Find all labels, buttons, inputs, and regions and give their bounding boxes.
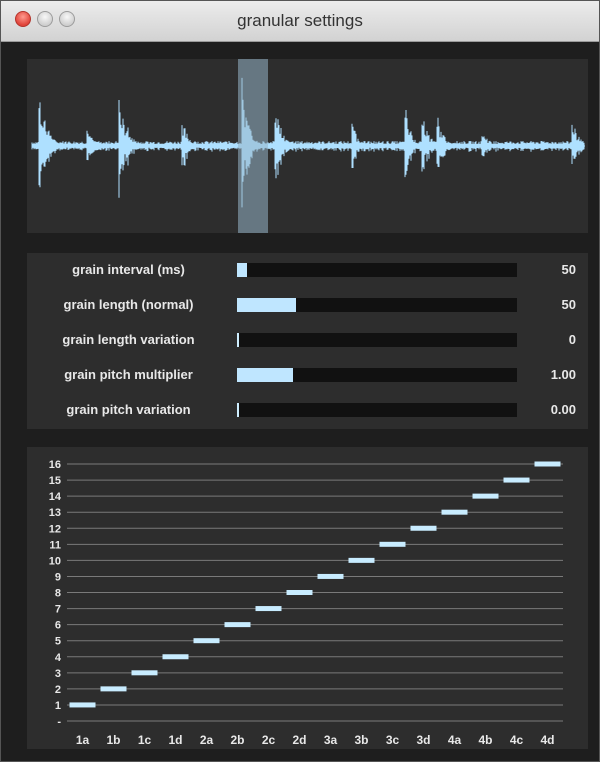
sequencer-grid: -123456789101112131415161a 1b 1c 1d 2a 2b 2c 2d… (49, 459, 563, 747)
y-tick-label: 8 (55, 588, 61, 600)
y-tick-label: 2 (55, 684, 61, 696)
grain-pitch-variation-slider[interactable] (237, 403, 517, 417)
y-tick-label: 10 (49, 555, 61, 567)
slider-row-grain-interval: grain interval (ms) 50 (27, 253, 588, 287)
grain-slider-panel: grain interval (ms) 50 grain length (nor… (27, 253, 588, 429)
slider-fill (237, 403, 239, 417)
y-tick-label: 9 (55, 571, 61, 583)
y-tick-label: 13 (49, 507, 61, 519)
y-tick-label: 6 (55, 620, 61, 632)
x-tick-label: 4a (448, 733, 462, 747)
y-tick-label: 14 (49, 491, 62, 503)
grain-length-variation-slider[interactable] (237, 333, 517, 347)
x-tick-label: 3a (324, 733, 338, 747)
step-value-bar (410, 525, 437, 531)
slider-label: grain pitch multiplier (64, 367, 193, 382)
y-tick-label: 16 (49, 459, 61, 471)
x-tick-label: 3d (416, 733, 430, 747)
step-value-bar (348, 557, 375, 563)
pitch-step-sequencer[interactable]: -1 2 3 4 5 6 7 8 9 10 11 12 13 14 15 16 1a 1b 1c 1d 2a 2b 2c 2d… (27, 447, 588, 749)
step-value-bar (534, 461, 561, 467)
y-tick-label: 5 (55, 636, 61, 648)
x-tick-label: 1c (138, 733, 152, 747)
x-tick-label: 1a (76, 733, 90, 747)
waveform-selection-region[interactable] (238, 59, 269, 233)
grain-length-slider[interactable] (237, 298, 517, 312)
slider-row-grain-length-variation: grain length variation 0 (27, 323, 588, 357)
slider-value: 0.00 (550, 402, 576, 417)
x-tick-label: 1d (168, 733, 182, 747)
step-value-bar (441, 509, 468, 515)
y-tick-label: 7 (55, 604, 61, 616)
slider-row-grain-pitch-multiplier: grain pitch multiplier 1.00 (27, 358, 588, 392)
x-tick-label: 3b (354, 733, 368, 747)
step-value-bar (193, 638, 220, 644)
step-value-bar (224, 622, 251, 628)
waveform-graph (31, 77, 585, 208)
x-tick-label: 1b (106, 733, 120, 747)
y-tick-label: 12 (49, 523, 61, 535)
granular-settings-window: granular settings grain interval (ms) 50… (0, 0, 600, 762)
step-value-bar (317, 573, 344, 579)
x-tick-label: 2d (292, 733, 306, 747)
x-tick-label: 2c (262, 733, 276, 747)
y-tick-label: 1 (55, 700, 61, 712)
x-tick-label: 4c (510, 733, 524, 747)
grain-pitch-multiplier-slider[interactable] (237, 368, 517, 382)
step-value-bar (131, 670, 158, 676)
x-tick-label: 3c (386, 733, 400, 747)
y-tick-label: 15 (49, 475, 61, 487)
step-value-bar (255, 606, 282, 612)
slider-fill (237, 263, 247, 277)
slider-label: grain length variation (62, 332, 195, 347)
y-tick-label: - (57, 716, 61, 728)
x-tick-label: 2a (200, 733, 214, 747)
title-bar: granular settings (1, 1, 599, 42)
slider-value: 50 (561, 297, 576, 312)
slider-value: 0 (568, 332, 576, 347)
slider-label: grain length (normal) (63, 297, 194, 312)
slider-value: 50 (561, 262, 576, 277)
slider-fill (237, 333, 239, 347)
x-tick-label: 2b (230, 733, 244, 747)
slider-row-grain-pitch-variation: grain pitch variation 0.00 (27, 393, 588, 427)
slider-value: 1.00 (550, 367, 576, 382)
y-tick-label: 3 (55, 668, 61, 680)
y-tick-label: 4 (55, 652, 62, 664)
step-value-bar (286, 590, 313, 595)
slider-fill (237, 368, 293, 382)
x-tick-label: 4b (478, 733, 492, 747)
slider-fill (237, 298, 296, 312)
slider-row-grain-length: grain length (normal) 50 (27, 288, 588, 322)
slider-label: grain interval (ms) (72, 262, 185, 277)
waveform-display[interactable] (27, 59, 588, 233)
waveform-trace (31, 77, 585, 208)
step-value-bar (69, 702, 96, 708)
x-tick-label: 4d (540, 733, 554, 747)
slider-label: grain pitch variation (66, 402, 191, 417)
grain-interval-slider[interactable] (237, 263, 517, 277)
step-value-bar (379, 541, 406, 547)
step-value-bar (472, 493, 499, 499)
step-value-bar (503, 477, 530, 483)
step-value-bar (162, 654, 189, 660)
window-title: granular settings (237, 11, 363, 30)
step-value-bar (100, 686, 127, 692)
y-tick-label: 11 (49, 539, 61, 551)
